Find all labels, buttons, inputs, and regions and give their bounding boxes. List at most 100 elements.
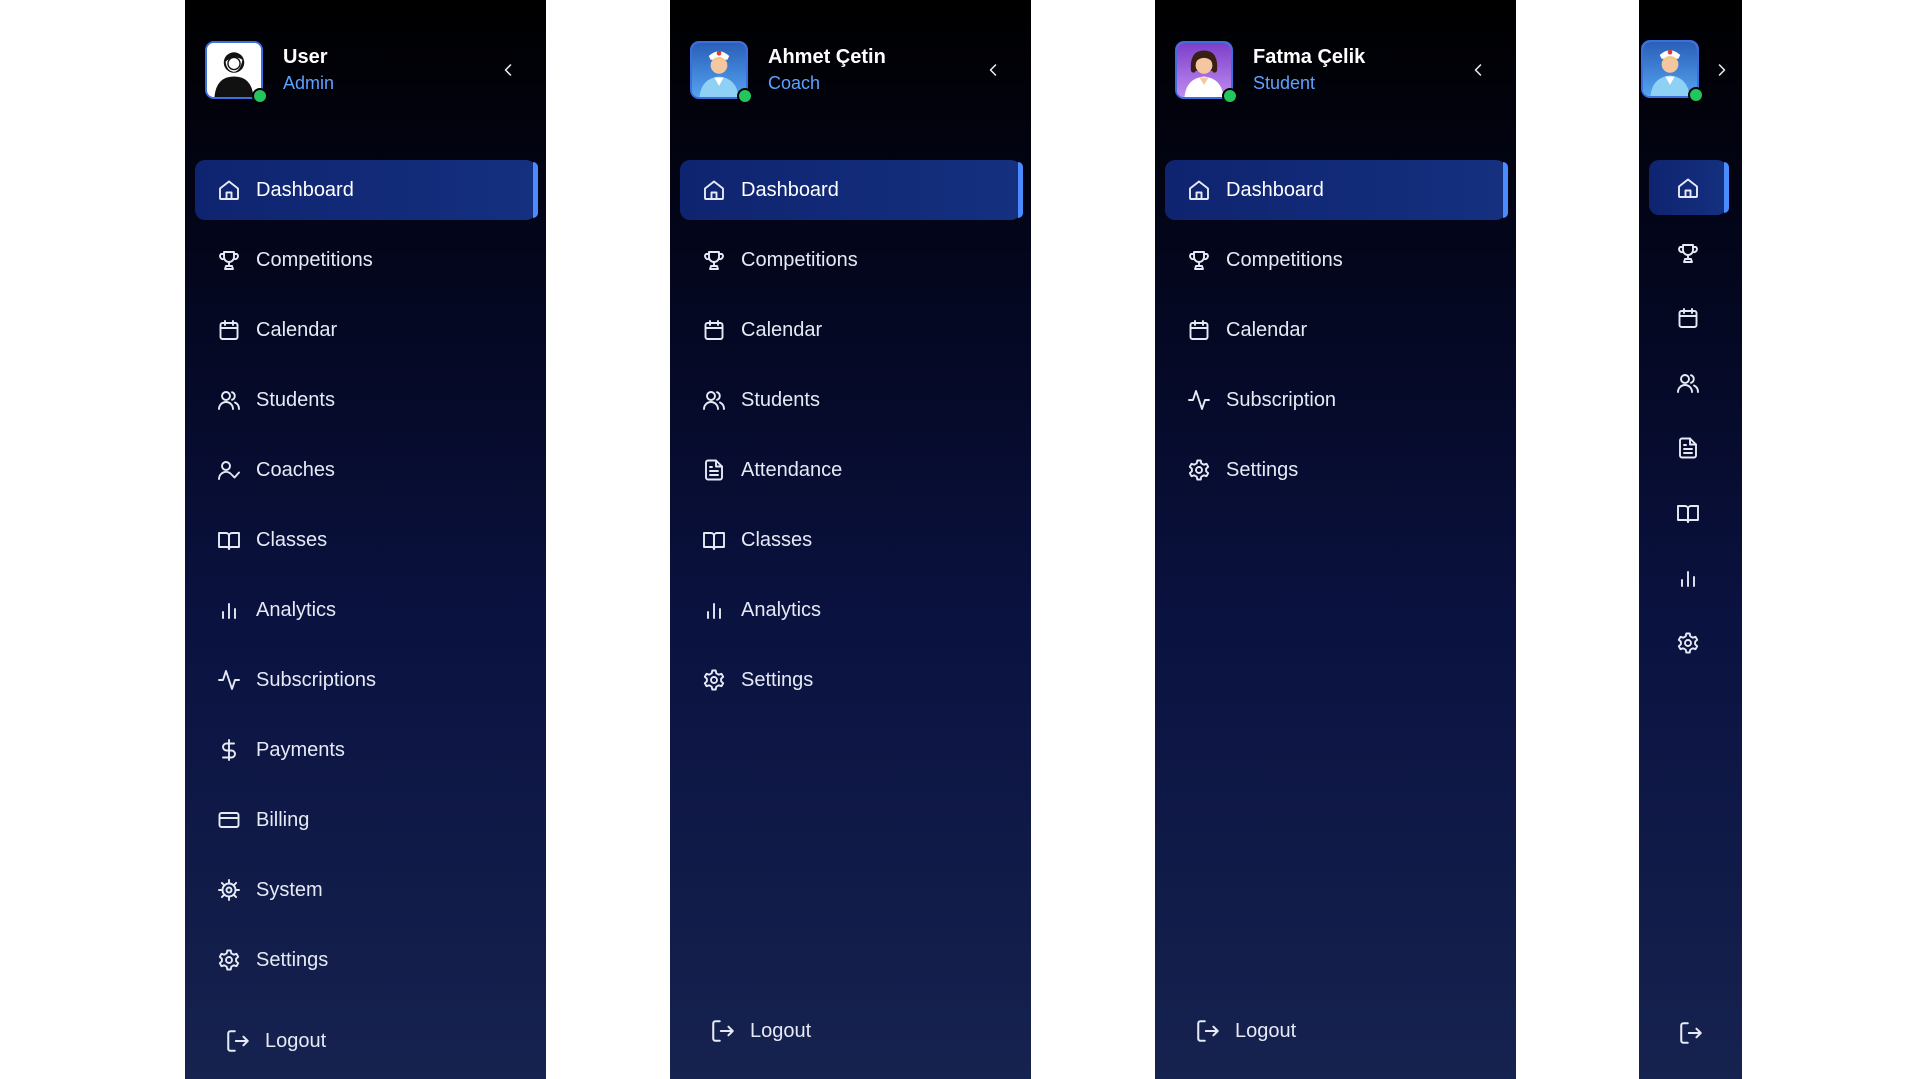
- nav-item-settings[interactable]: [1649, 615, 1727, 670]
- nav-item-students[interactable]: Students: [680, 370, 1021, 430]
- nav-item-students[interactable]: [1649, 355, 1727, 410]
- user-role: Student: [1253, 73, 1316, 93]
- collapse-sidebar-button[interactable]: [975, 52, 1011, 88]
- settings-icon: [1186, 457, 1212, 483]
- nav-item-label: Analytics: [256, 598, 337, 621]
- collapse-sidebar-button[interactable]: [490, 52, 526, 88]
- nav-item-classes[interactable]: Classes: [195, 510, 536, 570]
- logout-button[interactable]: [1639, 1013, 1742, 1053]
- nav-item-analytics[interactable]: [1649, 550, 1727, 605]
- user-info: Ahmet Çetin Coach: [768, 44, 886, 96]
- stage: User Admin Dashboard Competitions Calend…: [0, 0, 1919, 1079]
- online-status-dot: [252, 88, 268, 104]
- nav-item-analytics[interactable]: Analytics: [680, 580, 1021, 640]
- chevron-left-icon: [504, 64, 512, 76]
- sidebar-nav: [1649, 160, 1729, 680]
- nav-item-label: Classes: [741, 528, 813, 551]
- bar-chart-icon: [701, 597, 727, 623]
- nav-item-attendance[interactable]: Attendance: [680, 440, 1021, 500]
- nav-item-settings[interactable]: Settings: [1165, 440, 1506, 500]
- nav-item-competitions[interactable]: Competitions: [1165, 230, 1506, 290]
- nav-item-competitions[interactable]: Competitions: [680, 230, 1021, 290]
- nav-item-subscription[interactable]: Subscription: [1165, 370, 1506, 430]
- nav-item-label: Competitions: [256, 248, 373, 271]
- sidebar-student: Fatma Çelik Student Dashboard Competitio…: [1155, 0, 1516, 1079]
- file-text-icon: [701, 457, 727, 483]
- nav-item-coaches[interactable]: Coaches: [195, 440, 536, 500]
- nav-item-label: Dashboard: [1226, 178, 1324, 201]
- nav-item-competitions[interactable]: Competitions: [195, 230, 536, 290]
- user-info: Fatma Çelik Student: [1253, 44, 1365, 96]
- nav-item-dashboard[interactable]: Dashboard: [680, 160, 1023, 220]
- users-icon: [216, 387, 242, 413]
- nav-item-billing[interactable]: Billing: [195, 790, 536, 850]
- online-status-dot: [737, 88, 753, 104]
- nav-item-label: Payments: [256, 738, 345, 761]
- nav-item-classes[interactable]: [1649, 485, 1727, 540]
- logout-icon: [1197, 1020, 1219, 1042]
- avatar[interactable]: [1175, 41, 1238, 104]
- nav-item-competitions[interactable]: [1649, 225, 1727, 280]
- sidebar-coach: Ahmet Çetin Coach Dashboard Competitions: [670, 0, 1031, 1079]
- sidebar-nav: Dashboard Competitions Calendar Subscrip…: [1165, 160, 1508, 510]
- coach-avatar-icon: [1643, 42, 1697, 96]
- nav-item-label: Billing: [256, 808, 310, 831]
- nav-item-subscriptions[interactable]: Subscriptions: [195, 650, 536, 710]
- logout-button[interactable]: Logout: [225, 1021, 326, 1061]
- nav-item-analytics[interactable]: Analytics: [195, 580, 536, 640]
- sidebar-nav: Dashboard Competitions Calendar Students: [195, 160, 538, 1000]
- home-icon: [1678, 178, 1698, 198]
- nav-item-label: System: [256, 878, 323, 901]
- avatar[interactable]: [1641, 40, 1704, 103]
- settings-icon: [216, 947, 242, 973]
- nav-item-label: Analytics: [741, 598, 822, 621]
- activity-icon: [1186, 387, 1212, 413]
- collapse-sidebar-button[interactable]: [1460, 52, 1496, 88]
- avatar[interactable]: [205, 41, 268, 104]
- nav-item-classes[interactable]: Classes: [680, 510, 1021, 570]
- nav-item-label: Calendar: [256, 318, 338, 341]
- calendar-icon: [216, 317, 242, 343]
- expand-sidebar-button[interactable]: [1707, 52, 1737, 88]
- chevron-left-icon: [989, 64, 997, 76]
- nav-item-payments[interactable]: Payments: [195, 720, 536, 780]
- nav-item-system[interactable]: System: [195, 860, 536, 920]
- nav-item-label: Settings: [256, 948, 329, 971]
- user-role: Admin: [283, 73, 335, 93]
- nav-item-dashboard[interactable]: [1649, 160, 1729, 215]
- logout-button[interactable]: Logout: [710, 1011, 811, 1051]
- nav-item-label: Competitions: [1226, 248, 1343, 271]
- avatar[interactable]: [690, 41, 753, 104]
- logout-icon: [1679, 1022, 1702, 1044]
- nav-item-label: Students: [741, 388, 820, 411]
- sidebar-header: Fatma Çelik Student: [1175, 40, 1496, 104]
- home-icon: [701, 177, 727, 203]
- user-info: User Admin: [283, 44, 334, 96]
- nav-item-calendar[interactable]: Calendar: [680, 300, 1021, 360]
- trophy-icon: [701, 247, 727, 273]
- nav-item-dashboard[interactable]: Dashboard: [195, 160, 538, 220]
- logout-button[interactable]: Logout: [1195, 1011, 1296, 1051]
- nav-item-settings[interactable]: Settings: [680, 650, 1021, 710]
- book-open-icon: [701, 527, 727, 553]
- nav-item-settings[interactable]: Settings: [195, 930, 536, 990]
- logout-label: Logout: [265, 1029, 327, 1052]
- nav-item-label: Calendar: [1226, 318, 1308, 341]
- nav-item-attendance[interactable]: [1649, 420, 1727, 475]
- nav-item-calendar[interactable]: [1649, 290, 1727, 345]
- book-open-icon: [1677, 504, 1699, 523]
- nav-item-calendar[interactable]: Calendar: [1165, 300, 1506, 360]
- sidebar-header: Ahmet Çetin Coach: [690, 40, 1011, 104]
- online-status-dot: [1688, 87, 1704, 103]
- trophy-icon: [1678, 243, 1698, 263]
- users-icon: [1677, 373, 1699, 393]
- nav-item-dashboard[interactable]: Dashboard: [1165, 160, 1508, 220]
- coach-avatar-icon: [692, 43, 746, 97]
- calendar-icon: [1186, 317, 1212, 343]
- nav-item-label: Calendar: [741, 318, 823, 341]
- online-status-dot: [1222, 88, 1238, 104]
- nav-item-students[interactable]: Students: [195, 370, 536, 430]
- nav-item-calendar[interactable]: Calendar: [195, 300, 536, 360]
- nav-item-label: Settings: [1226, 458, 1299, 481]
- user-name: User: [283, 46, 328, 68]
